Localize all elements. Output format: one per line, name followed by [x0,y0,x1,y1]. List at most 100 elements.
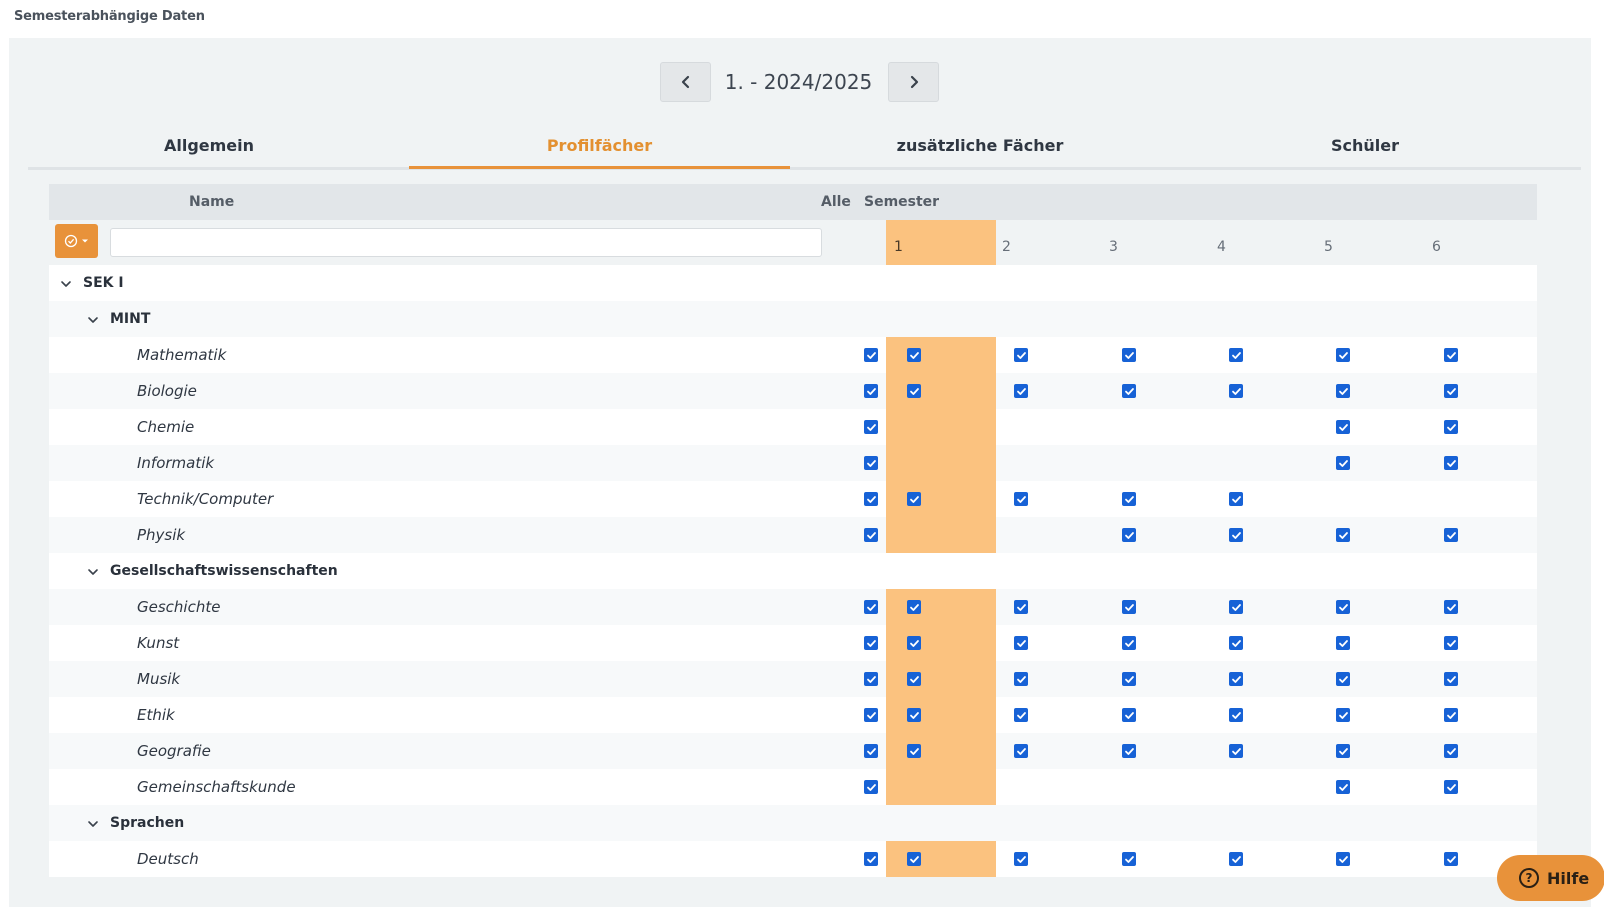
help-label: Hilfe [1547,868,1590,888]
all-semesters-checkbox[interactable] [864,636,878,650]
semester-3-checkbox[interactable] [1122,384,1136,398]
semester-column-header: Semester [864,194,940,210]
semester-2-checkbox[interactable] [1014,600,1028,614]
semester-1-checkbox[interactable] [907,600,921,614]
semester-3-checkbox[interactable] [1122,528,1136,542]
semester-2-checkbox[interactable] [1014,348,1028,362]
tab-profilfaecher[interactable]: Profilfächer [409,126,790,170]
table-header: Name Alle Semester [49,184,1537,220]
semester-3-checkbox[interactable] [1122,348,1136,362]
semester-4-checkbox[interactable] [1229,852,1243,866]
tab-zusaetzliche-faecher[interactable]: zusätzliche Fächer [790,126,1170,170]
all-semesters-checkbox[interactable] [864,852,878,866]
semester-1-checkbox[interactable] [907,636,921,650]
semester-1-checkbox[interactable] [907,384,921,398]
semester-3-checkbox[interactable] [1122,492,1136,506]
all-semesters-checkbox[interactable] [864,780,878,794]
semester-6-checkbox[interactable] [1444,852,1458,866]
semester-5-checkbox[interactable] [1336,780,1350,794]
semester-5-checkbox[interactable] [1336,636,1350,650]
tab-allgemein[interactable]: Allgemein [28,126,390,170]
semester-3-checkbox[interactable] [1122,852,1136,866]
semester-5-checkbox[interactable] [1336,348,1350,362]
semester-4-checkbox[interactable] [1229,384,1243,398]
semester-6-checkbox[interactable] [1444,528,1458,542]
previous-semester-button[interactable] [660,62,711,102]
semester-6-checkbox[interactable] [1444,672,1458,686]
all-semesters-checkbox[interactable] [864,456,878,470]
semester-2-checkbox[interactable] [1014,852,1028,866]
all-semesters-checkbox[interactable] [864,600,878,614]
semester-1-checkbox[interactable] [907,744,921,758]
semester-1-checkbox[interactable] [907,852,921,866]
semester-2-checkbox[interactable] [1014,708,1028,722]
semester-6-checkbox[interactable] [1444,600,1458,614]
semester-1-checkbox[interactable] [907,672,921,686]
select-filter-button[interactable] [55,224,98,258]
semester-6-checkbox[interactable] [1444,744,1458,758]
current-semester-highlight [886,697,996,733]
current-semester-highlight [886,409,996,445]
semester-6-checkbox[interactable] [1444,348,1458,362]
table-row: Informatik [49,445,1537,481]
semester-4-checkbox[interactable] [1229,708,1243,722]
semester-4-checkbox[interactable] [1229,492,1243,506]
semester-5-checkbox[interactable] [1336,852,1350,866]
semester-2-checkbox[interactable] [1014,492,1028,506]
chevron-left-icon [681,75,689,89]
name-filter-input[interactable] [110,228,822,257]
chevron-down-icon[interactable] [86,816,100,830]
semester-5-checkbox[interactable] [1336,420,1350,434]
next-semester-button[interactable] [888,62,939,102]
semester-4-checkbox[interactable] [1229,672,1243,686]
semester-3-checkbox[interactable] [1122,708,1136,722]
check-circle-icon [64,234,78,248]
all-semesters-checkbox[interactable] [864,744,878,758]
semester-4-checkbox[interactable] [1229,636,1243,650]
semester-4-checkbox[interactable] [1229,528,1243,542]
chevron-down-icon[interactable] [59,276,73,290]
semester-6-checkbox[interactable] [1444,708,1458,722]
subject-table: Name Alle Semester 12 3 4 5 6 SEK I MINT Mathe… [49,184,1537,877]
semester-1-checkbox[interactable] [907,708,921,722]
semester-5-checkbox[interactable] [1336,528,1350,542]
help-button[interactable]: ? Hilfe [1497,855,1604,901]
semester-5-checkbox[interactable] [1336,672,1350,686]
semester-2-checkbox[interactable] [1014,672,1028,686]
semester-6-checkbox[interactable] [1444,780,1458,794]
semester-3-checkbox[interactable] [1122,672,1136,686]
semester-5-checkbox[interactable] [1336,456,1350,470]
semester-6-checkbox[interactable] [1444,636,1458,650]
semester-4-checkbox[interactable] [1229,348,1243,362]
semester-6-checkbox[interactable] [1444,456,1458,470]
semester-4-checkbox[interactable] [1229,600,1243,614]
all-semesters-checkbox[interactable] [864,708,878,722]
semester-5-checkbox[interactable] [1336,708,1350,722]
group-row: Gesellschaftswissenschaften [49,553,1537,589]
semester-1-checkbox[interactable] [907,492,921,506]
chevron-down-icon[interactable] [86,564,100,578]
semester-2-checkbox[interactable] [1014,384,1028,398]
semester-3-checkbox[interactable] [1122,600,1136,614]
all-semesters-checkbox[interactable] [864,420,878,434]
semester-5-checkbox[interactable] [1336,384,1350,398]
semester-2-checkbox[interactable] [1014,636,1028,650]
semester-6-checkbox[interactable] [1444,384,1458,398]
semester-5-checkbox[interactable] [1336,600,1350,614]
all-semesters-checkbox[interactable] [864,348,878,362]
semester-5-checkbox[interactable] [1336,744,1350,758]
table-row: Kunst [49,625,1537,661]
tab-schueler[interactable]: Schüler [1170,126,1560,170]
all-semesters-checkbox[interactable] [864,672,878,686]
semester-6-checkbox[interactable] [1444,420,1458,434]
semester-3-checkbox[interactable] [1122,744,1136,758]
chevron-down-icon[interactable] [86,312,100,326]
semester-3-checkbox[interactable] [1122,636,1136,650]
all-semesters-checkbox[interactable] [864,384,878,398]
table-row: Gemeinschaftskunde [49,769,1537,805]
semester-4-checkbox[interactable] [1229,744,1243,758]
all-semesters-checkbox[interactable] [864,492,878,506]
all-semesters-checkbox[interactable] [864,528,878,542]
semester-2-checkbox[interactable] [1014,744,1028,758]
semester-1-checkbox[interactable] [907,348,921,362]
